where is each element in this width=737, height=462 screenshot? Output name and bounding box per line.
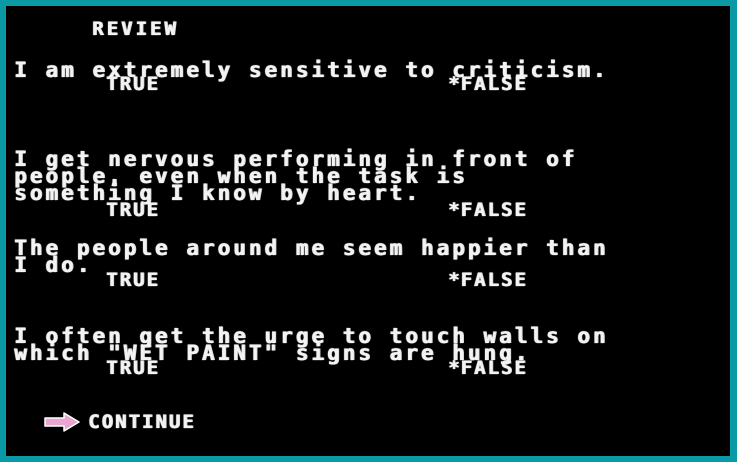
question-1-false-label: FALSE (460, 73, 528, 95)
screen-title: REVIEW (92, 18, 179, 40)
question-3-true-option[interactable]: TRUE (106, 271, 160, 290)
continue-label: CONTINUE (88, 411, 196, 433)
question-2-false-option[interactable]: *FALSE (448, 201, 528, 220)
question-2-false-label: FALSE (460, 199, 528, 221)
question-1-true-option[interactable]: TRUE (106, 75, 160, 94)
question-4-true-option[interactable]: TRUE (106, 359, 160, 378)
continue-button[interactable]: CONTINUE (44, 410, 196, 434)
selected-marker: * (448, 357, 460, 379)
question-2-true-option[interactable]: TRUE (106, 201, 160, 220)
question-3-false-label: FALSE (460, 269, 528, 291)
right-arrow-icon (44, 412, 80, 432)
review-screen: REVIEW I am extremely sensitive to criti… (6, 6, 730, 456)
question-2-statement: I get nervous performing in front of peo… (14, 147, 578, 205)
question-3-false-option[interactable]: *FALSE (448, 271, 528, 290)
selected-marker: * (448, 73, 460, 95)
question-4-false-label: FALSE (460, 357, 528, 379)
question-1-false-option[interactable]: *FALSE (448, 75, 528, 94)
question-4-false-option[interactable]: *FALSE (448, 359, 528, 378)
selected-marker: * (448, 269, 460, 291)
selected-marker: * (448, 199, 460, 221)
